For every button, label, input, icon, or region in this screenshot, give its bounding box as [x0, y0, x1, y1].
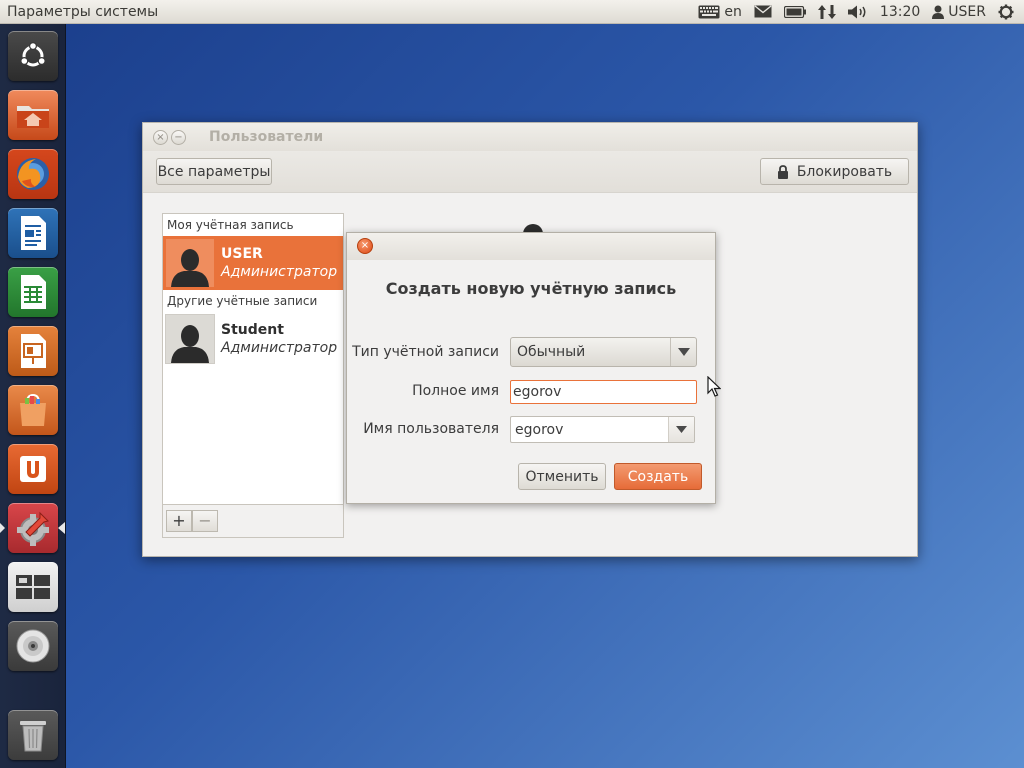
presentation-icon	[21, 334, 46, 368]
launcher-firefox[interactable]	[8, 149, 58, 199]
window-minimize-button[interactable]: −	[171, 129, 186, 145]
all-settings-button[interactable]: Все параметры	[156, 158, 272, 185]
trash-icon	[20, 721, 46, 752]
window-toolbar: Все параметры Блокировать	[143, 151, 917, 193]
disc-icon	[16, 629, 50, 663]
account-type-select[interactable]: Обычный	[510, 337, 697, 367]
lock-label: Блокировать	[796, 163, 893, 180]
username-label: Имя пользователя	[363, 421, 499, 437]
mouse-pointer-icon	[707, 376, 721, 397]
avatar	[165, 238, 215, 288]
top-panel: Параметры системы en 13:20 USER	[0, 0, 1024, 24]
session-menu[interactable]	[992, 0, 1020, 24]
active-app-title: Параметры системы	[7, 3, 159, 20]
other-accounts-section-label: Другие учётные записи	[167, 294, 318, 308]
create-account-dialog: × Создать новую учётную запись Тип учётн…	[346, 232, 716, 504]
ubuntu-one-icon	[20, 456, 46, 482]
launcher-dash-home[interactable]	[8, 31, 58, 81]
messaging-indicator[interactable]	[748, 0, 778, 24]
window-close-button[interactable]: ×	[153, 129, 168, 145]
full-name-field[interactable]	[510, 380, 697, 404]
person-silhouette-icon	[171, 325, 209, 363]
settings-wrench-gear-icon	[17, 511, 49, 546]
indicator-area: en 13:20 USER	[692, 0, 1024, 24]
spreadsheet-icon	[21, 275, 46, 309]
running-app-pip	[0, 523, 5, 533]
account-row-user[interactable]: USER Администратор	[163, 236, 343, 290]
shopping-bag-icon	[20, 393, 46, 426]
combo-arrow	[670, 338, 696, 366]
account-name: USER	[221, 246, 263, 262]
accounts-list-toolbar: + −	[162, 505, 344, 538]
cancel-button[interactable]: Отменить	[518, 463, 606, 490]
account-type-label: Тип учётной записи	[352, 344, 499, 360]
lock-button[interactable]: Блокировать	[760, 158, 909, 185]
ubuntu-logo-icon	[20, 41, 46, 67]
launcher-impress[interactable]	[8, 326, 58, 376]
account-name: Student	[221, 322, 284, 338]
speaker-icon	[847, 5, 866, 18]
dialog-close-button[interactable]: ×	[357, 238, 373, 254]
document-text-icon	[21, 216, 46, 250]
power-gear-icon	[998, 4, 1014, 19]
envelope-icon	[754, 5, 772, 18]
launcher-writer[interactable]	[8, 208, 58, 258]
launcher-trash[interactable]	[8, 710, 58, 760]
dialog-heading: Создать новую учётную запись	[385, 279, 677, 298]
account-text: Student Администратор	[221, 321, 337, 357]
launcher	[0, 24, 66, 768]
firefox-icon	[17, 158, 49, 190]
active-app-arrow	[58, 522, 65, 534]
chevron-down-icon	[677, 348, 690, 356]
account-role: Администратор	[221, 264, 338, 280]
network-indicator[interactable]	[812, 0, 842, 24]
username-combo[interactable]: egorov	[510, 416, 695, 443]
username-dropdown-button[interactable]	[668, 417, 694, 442]
account-type-value: Обычный	[517, 344, 586, 360]
launcher-calc[interactable]	[8, 267, 58, 317]
avatar	[165, 314, 215, 364]
home-folder-icon	[17, 106, 49, 128]
my-account-section-label: Моя учётная запись	[167, 218, 294, 232]
launcher-ubuntu-one[interactable]	[8, 444, 58, 494]
accounts-list: Моя учётная запись USER Администратор Др…	[162, 213, 344, 505]
create-button[interactable]: Создать	[614, 463, 702, 490]
workspace-switcher-icon	[16, 575, 50, 599]
launcher-system-settings[interactable]	[8, 503, 58, 553]
person-silhouette-icon	[171, 249, 209, 287]
all-settings-label: Все параметры	[157, 163, 271, 180]
person-icon	[932, 5, 945, 19]
window-titlebar[interactable]: × − Пользователи	[143, 123, 917, 151]
launcher-software-center[interactable]	[8, 385, 58, 435]
remove-account-button[interactable]: −	[192, 510, 218, 532]
launcher-workspaces[interactable]	[8, 562, 58, 612]
lock-icon	[777, 164, 788, 179]
battery-indicator[interactable]	[778, 0, 812, 24]
keyboard-indicator[interactable]: en	[692, 0, 748, 24]
keyboard-icon	[698, 5, 720, 18]
account-text: USER Администратор	[221, 245, 337, 281]
username-value: egorov	[515, 421, 564, 438]
account-row-student[interactable]: Student Администратор	[163, 312, 343, 366]
launcher-files[interactable]	[8, 90, 58, 140]
battery-icon	[783, 5, 806, 18]
account-role: Администратор	[221, 340, 338, 356]
keyboard-layout-label: en	[724, 3, 742, 20]
dialog-titlebar[interactable]: ×	[347, 233, 715, 260]
add-account-button[interactable]: +	[166, 510, 192, 532]
network-arrows-icon	[817, 4, 836, 19]
window-title: Пользователи	[209, 129, 324, 145]
full-name-label: Полное имя	[412, 383, 499, 399]
sound-indicator[interactable]	[842, 0, 874, 24]
user-menu[interactable]: USER	[926, 0, 992, 24]
chevron-down-icon	[676, 426, 687, 433]
launcher-dvd[interactable]	[8, 621, 58, 671]
user-menu-label: USER	[948, 3, 986, 20]
clock[interactable]: 13:20	[874, 0, 926, 24]
